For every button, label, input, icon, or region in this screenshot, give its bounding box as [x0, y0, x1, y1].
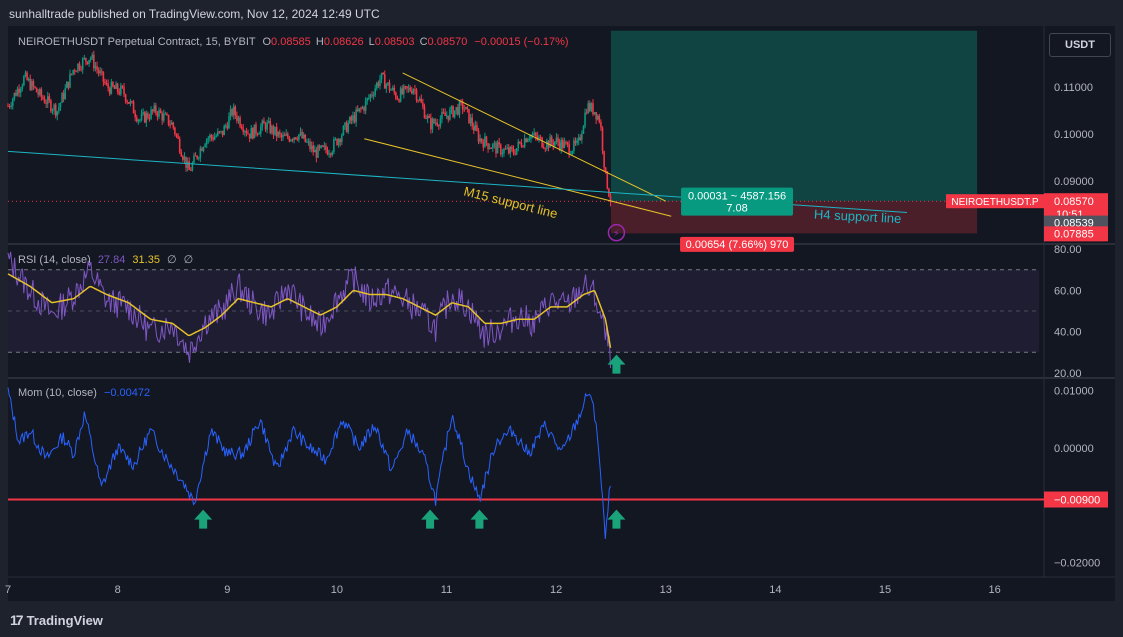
open-label: O [262, 36, 272, 48]
open-value: 0.08585 [271, 36, 311, 48]
high-label: H [315, 36, 324, 48]
rsi-value: 27.84 [97, 254, 126, 266]
publisher-line: sunhalltrade published on TradingView.co… [9, 7, 380, 21]
mom-value: −0.00472 [103, 387, 151, 399]
low-value: 0.08503 [374, 36, 415, 48]
close-label: C [419, 36, 428, 48]
high-value: 0.08626 [323, 36, 364, 48]
rsi-name[interactable]: RSI (14, close) [18, 254, 91, 266]
tradingview-mark-icon: 17 [10, 612, 24, 628]
screenshot-frame: sunhalltrade published on TradingView.co… [0, 0, 1123, 637]
currency-button[interactable]: USDT [1049, 33, 1111, 57]
rsi-empty-1: ∅ [167, 254, 177, 266]
rsi-legend[interactable]: RSI (14, close) 27.84 31.35 ∅ ∅ [18, 253, 193, 266]
tradingview-brand: TradingView [26, 612, 103, 628]
symbol-title[interactable]: NEIROETHUSDT Perpetual Contract, 15, BYB… [18, 36, 255, 48]
mom-legend[interactable]: Mom (10, close) −0.00472 [18, 387, 150, 399]
chart-area[interactable] [8, 26, 1115, 601]
price-legend[interactable]: NEIROETHUSDT Perpetual Contract, 15, BYB… [18, 36, 569, 48]
close-value: 0.08570 [427, 36, 468, 48]
rsi-empty-2: ∅ [183, 254, 194, 266]
change-value: −0.00015 (−0.17%) [474, 36, 569, 48]
mom-name[interactable]: Mom (10, close) [18, 387, 97, 399]
rsi-ma-value: 31.35 [132, 254, 160, 266]
tradingview-logo[interactable]: 17 TradingView [10, 612, 103, 628]
